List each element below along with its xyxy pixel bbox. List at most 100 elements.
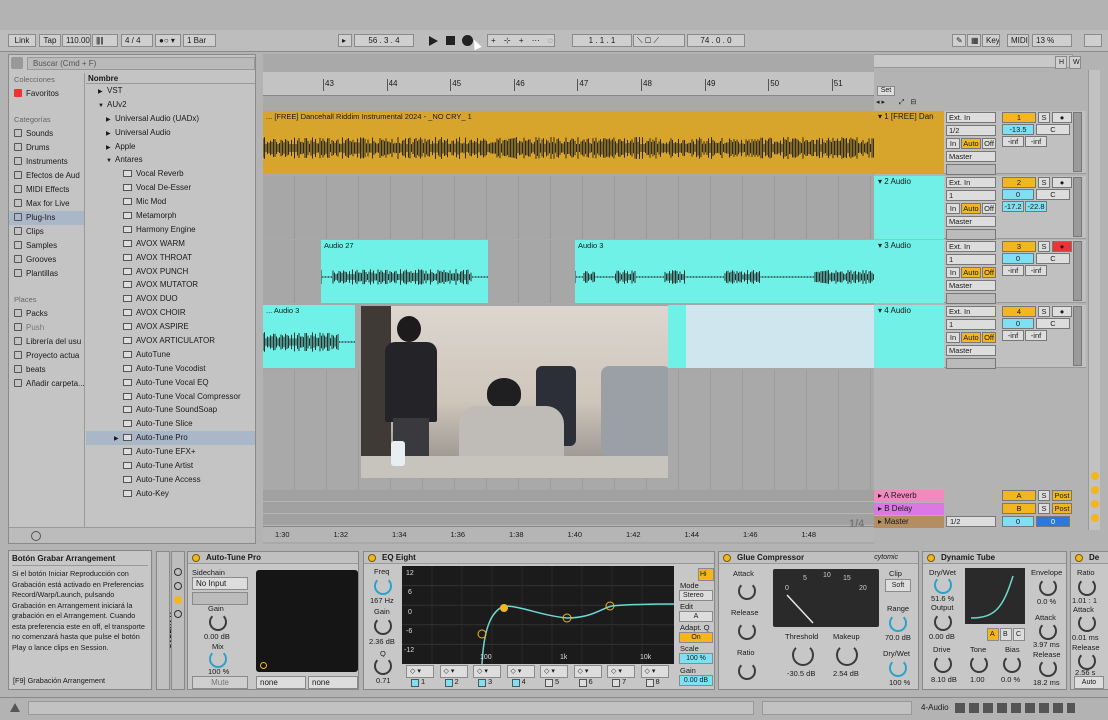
band-filter-type-select[interactable]: ◇ ▾ [406,665,434,678]
browser-item[interactable]: ▶ Universal Audio (UADx) [86,112,255,126]
input-type-select[interactable]: Ext. In [946,112,996,123]
track-activator[interactable]: 1 [1002,112,1036,123]
sidebar-item-samples[interactable]: Samples [9,239,84,253]
track-activator[interactable]: 4 [1002,306,1036,317]
sidebar-item-efectos-de-aud[interactable]: Efectos de Aud [9,169,84,183]
place-item[interactable]: Packs [9,307,84,321]
arm-button[interactable]: ● [1052,241,1072,252]
expand-arrow-icon[interactable]: ▶ [98,86,107,98]
browser-item[interactable]: AVOX ARTICULATOR [86,334,255,348]
right-scrollbar[interactable] [1088,70,1100,530]
solo-button[interactable]: S [1038,241,1050,252]
monitor-in-button[interactable]: In [946,267,960,278]
band-filter-type-select[interactable]: ◇ ▾ [607,665,635,678]
track-activator[interactable]: 3 [1002,241,1036,252]
arm-button[interactable]: ● [1052,306,1072,317]
monitor-auto-button[interactable]: Auto [961,203,981,214]
device-glue-compressor[interactable]: Glue Compressor cytomic Attack Release Ra… [718,551,919,690]
solo-button[interactable]: S [1038,177,1050,188]
soft-clip-toggle[interactable]: Soft [885,579,911,592]
arrangement-view[interactable]: 43 44 45 46 47 48 49 50 51 ... [FREE] Dancehall … [263,54,874,544]
loop-start-field[interactable]: 1 . 1 . 1 [572,34,632,47]
output-channel-select[interactable] [946,293,996,304]
monitor-off-button[interactable]: Off [982,138,996,149]
browser-toggle-icon[interactable] [11,57,23,69]
browser-item[interactable]: ▼ Antares [86,153,255,167]
track-lane-2[interactable] [263,176,874,239]
midi-map-button[interactable]: MIDI [1007,34,1029,47]
power-icon[interactable] [368,554,376,562]
macro-select-2[interactable]: none [308,676,358,689]
play-icon[interactable] [429,36,438,46]
browser-item[interactable]: Auto-Tune SoundSoap [86,403,255,417]
gain-knob[interactable] [374,617,392,635]
makeup-knob[interactable] [836,644,858,666]
follow-button[interactable]: ▸ [338,34,352,47]
return-a-activator[interactable]: A [1002,490,1036,501]
expand-arrow-icon[interactable]: ▶ [106,114,115,126]
pan-field[interactable]: C [1036,124,1070,135]
browser-item[interactable]: Metamorph [86,209,255,223]
volume-field[interactable]: -13.5 [1002,124,1034,135]
band-filter-type-select[interactable]: ◇ ▾ [573,665,602,678]
input-type-select[interactable]: Ext. In [946,241,996,252]
track-header-3[interactable]: ▾ 3 Audio [874,240,944,303]
track-header-1[interactable]: ▾ 1 [FREE] Dan [874,111,944,174]
volume-field[interactable]: 0 [1002,189,1034,200]
band-filter-type-select[interactable]: ◇ ▾ [640,665,669,678]
browser-item[interactable]: Auto-Tune Slice [86,417,255,431]
browser-item[interactable]: AVOX PUNCH [86,265,255,279]
place-item[interactable]: Push [9,321,84,335]
track-header-4[interactable]: ▾ 4 Audio [874,305,944,368]
input-type-select[interactable]: Ext. In [946,306,996,317]
sidebar-item-drums[interactable]: Drums [9,141,84,155]
edit-select[interactable]: A [679,611,713,622]
solo-button[interactable]: S [1038,306,1050,317]
expand-arrow-icon[interactable]: ▼ [98,100,107,112]
browser-item[interactable]: Mic Mod [86,195,255,209]
device-autotune-pro[interactable]: Auto-Tune Pro Sidechain No Input Gain 0.… [187,551,359,690]
input-type-select[interactable]: Ext. In [946,177,996,188]
browser-item[interactable]: Auto-Tune Vocal EQ [86,376,255,390]
search-field[interactable]: Buscar (Cmd + F) [27,57,255,70]
pencil-icon[interactable]: ✎ [952,34,966,47]
draw-toggle[interactable]: ▦ [967,34,981,47]
place-item[interactable]: Librería del usu [9,335,84,349]
input-channel-select[interactable]: 1 [946,254,996,265]
q-knob[interactable] [374,657,392,675]
return-b-post[interactable]: Post [1052,503,1072,514]
band-toggle[interactable] [612,679,620,687]
browser-item[interactable]: ▶ VST [86,84,255,98]
expand-arrow-icon[interactable]: ▶ [106,128,115,140]
info-toggle-icon[interactable] [10,703,20,712]
band-toggle[interactable] [545,679,553,687]
sidebar-item-instruments[interactable]: Instruments [9,155,84,169]
gain-knob[interactable] [209,613,227,631]
monitor-auto-button[interactable]: Auto [961,138,981,149]
browser-item[interactable]: AVOX ASPIRE [86,320,255,334]
output-select[interactable]: Master [946,216,996,227]
expand-arrow-icon[interactable]: ▼ [106,155,115,167]
locator-nav[interactable]: ◂▸ ⤢ ⊟ [876,98,944,108]
nudge-buttons[interactable]: ||| || [92,34,118,47]
return-a-post[interactable]: Post [1052,490,1072,501]
hi-quality-button[interactable]: Hi [698,568,714,581]
model-a-button[interactable]: A [987,628,999,641]
link-button[interactable]: Link [8,34,36,47]
browser-item[interactable]: AVOX DUO [86,292,255,306]
device-partial[interactable]: De Ratio 1.01 : 1 Attack 0.01 ms Release… [1070,551,1108,690]
input-channel-select[interactable]: 1 [946,190,996,201]
preview-icon[interactable] [31,531,41,541]
tap-tempo-button[interactable]: Tap [39,34,61,47]
browser-item[interactable]: AVOX MUTATOR [86,278,255,292]
browser-item[interactable]: Auto-Tune Artist [86,459,255,473]
drywet-knob[interactable] [934,576,952,594]
attack-knob[interactable] [1078,614,1096,632]
master-volume[interactable]: 0 [1002,516,1034,527]
model-b-button[interactable]: B [1000,628,1012,641]
return-track-a[interactable]: ▸ A Reverb [874,490,944,502]
overview-h-button[interactable]: H [1055,56,1067,69]
browser-item[interactable]: AVOX THROAT [86,251,255,265]
sidebar-item-plantillas[interactable]: Plantillas [9,267,84,281]
pan-field[interactable]: C [1036,253,1070,264]
